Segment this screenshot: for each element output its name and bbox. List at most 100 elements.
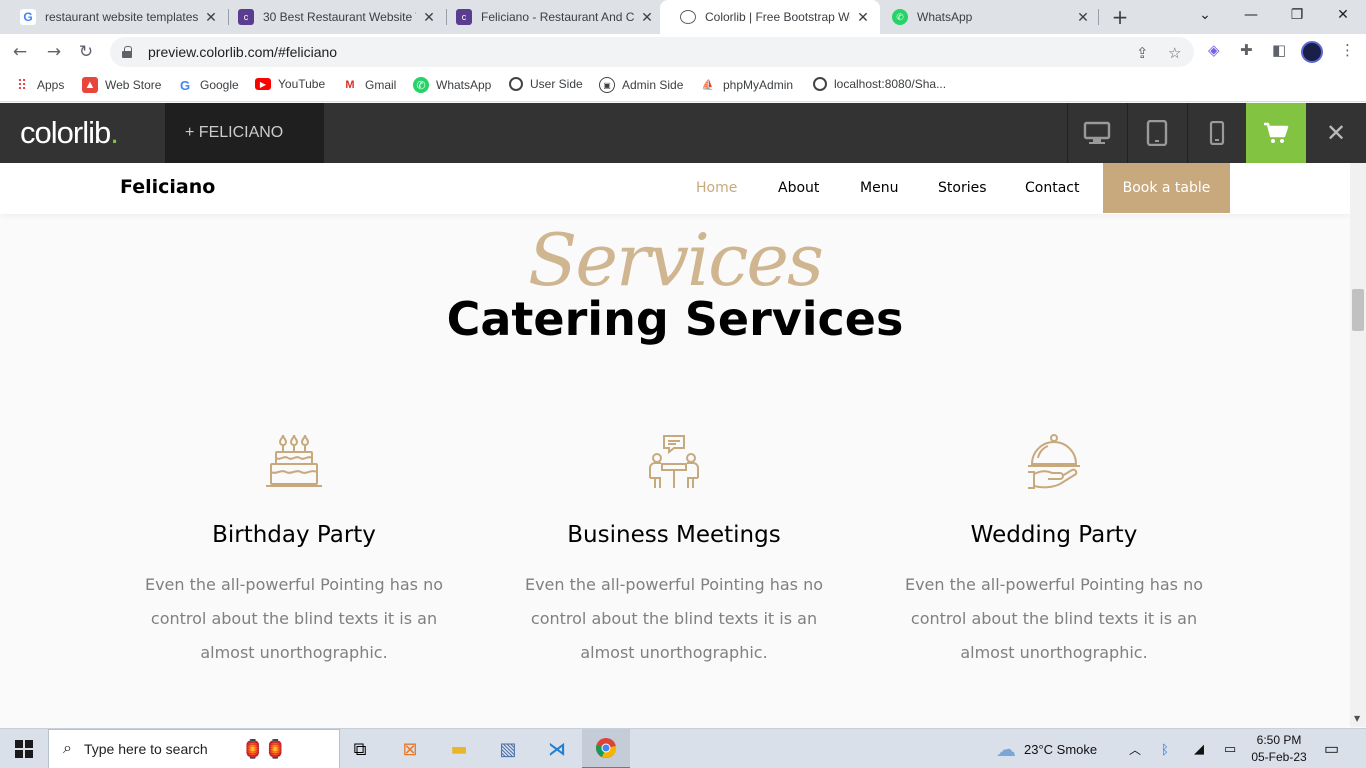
bookmark-star-icon[interactable]: ☆ [1168, 44, 1181, 62]
tab-google-search[interactable]: G restaurant website templates ✕ [0, 0, 228, 34]
forward-arrow-icon[interactable]: → [42, 40, 66, 64]
service-description: Even the all-powerful Pointing has no co… [524, 575, 824, 662]
extension-icon[interactable]: ◈ [1208, 41, 1220, 59]
nav-stories[interactable]: Stories [938, 180, 987, 196]
notification-icon[interactable]: ▭ [1324, 729, 1339, 768]
bookmark-label: Admin Side [622, 78, 684, 92]
lock-icon[interactable] [122, 46, 132, 58]
minimize-icon[interactable]: — [1228, 0, 1274, 30]
side-panel-icon[interactable]: ◧ [1272, 41, 1286, 59]
close-preview-icon[interactable]: ✕ [1306, 103, 1366, 163]
phpmyadmin-icon: ⛵ [701, 79, 715, 91]
site-brand[interactable]: Feliciano [120, 176, 215, 198]
tab-whatsapp[interactable]: ✆ WhatsApp ✕ [872, 0, 1100, 34]
tab-title: Colorlib | Free Bootstrap Web [705, 10, 850, 24]
bookmark-apps[interactable]: ⠿ Apps [14, 77, 65, 93]
tab-title: restaurant website templates [45, 10, 198, 24]
theme-selector[interactable]: + FELICIANO [165, 103, 324, 163]
nav-about[interactable]: About [778, 180, 819, 196]
globe-icon [813, 77, 827, 91]
start-button[interactable] [0, 729, 48, 768]
bookmark-web-store[interactable]: ▲ Web Store [82, 77, 161, 93]
system-tool-icon[interactable]: ▧ [484, 729, 532, 768]
close-icon[interactable]: ✕ [422, 9, 436, 26]
tablet-view-button[interactable] [1127, 103, 1186, 163]
desktop-view-button[interactable] [1067, 103, 1126, 163]
battery-icon[interactable]: ▭ [1224, 729, 1236, 768]
tray-chevron-icon[interactable]: ︿ [1129, 729, 1141, 768]
search-placeholder: Type here to search [83, 741, 208, 757]
close-icon[interactable]: ✕ [204, 9, 218, 26]
google-icon: G [179, 77, 191, 93]
bookmark-whatsapp[interactable]: ✆ WhatsApp [413, 77, 491, 93]
bookmark-google[interactable]: G Google [177, 77, 239, 93]
bookmark-label: Gmail [365, 78, 397, 92]
tab-colorlib-active[interactable]: Colorlib | Free Bootstrap Web ✕ [660, 0, 880, 34]
address-bar[interactable]: preview.colorlib.com/#feliciano ⇪ ☆ [110, 37, 1194, 67]
tab-divider [1098, 9, 1099, 25]
colorlib-icon: c [456, 9, 472, 25]
colorlib-logo[interactable]: colorlib. [20, 115, 119, 151]
taskbar-search-box[interactable]: ⌕ Type here to search 🏮🏮 [48, 729, 340, 768]
bookmark-phpmyadmin[interactable]: ⛵ phpMyAdmin [700, 77, 793, 93]
tab-feliciano[interactable]: c Feliciano - Restaurant And Ca ✕ [436, 0, 664, 34]
web-store-icon: ▲ [82, 77, 98, 93]
whatsapp-icon: ✆ [413, 77, 429, 93]
book-a-table-button[interactable]: Book a table [1103, 163, 1230, 213]
logo-text: colorlib [20, 115, 111, 150]
windows-logo-icon [15, 740, 33, 758]
tab-title: WhatsApp [917, 10, 973, 24]
service-description: Even the all-powerful Pointing has no co… [144, 575, 444, 662]
weather-text: 23°C Smoke [1024, 741, 1098, 757]
weather-widget[interactable]: ☁ 23°C Smoke [996, 729, 1097, 768]
cart-icon [1264, 122, 1289, 143]
new-tab-button[interactable]: + [1108, 4, 1132, 30]
url-text[interactable]: preview.colorlib.com/#feliciano [148, 44, 337, 60]
window-close-icon[interactable]: ✕ [1320, 0, 1366, 30]
mobile-icon [1209, 121, 1225, 145]
task-view-icon[interactable]: ⧉ [336, 729, 384, 768]
puzzle-icon[interactable]: ✚ [1240, 41, 1253, 59]
restore-icon[interactable]: ❐ [1274, 0, 1320, 30]
bookmark-localhost[interactable]: localhost:8080/Sha... [813, 77, 946, 91]
scroll-down-arrow-icon[interactable]: ▼ [1354, 714, 1360, 723]
chrome-taskbar-icon[interactable] [582, 729, 630, 768]
search-icon: ⌕ [63, 740, 72, 757]
bookmark-label: YouTube [278, 77, 326, 91]
cart-button[interactable] [1246, 103, 1306, 163]
close-icon[interactable]: ✕ [640, 9, 654, 26]
reload-icon[interactable]: ↻ [74, 40, 98, 64]
menu-dots-icon[interactable]: ⋮ [1340, 41, 1355, 59]
browser-tab-strip: G restaurant website templates ✕ c 30 Be… [0, 0, 1366, 34]
bookmark-label: localhost:8080/Sha... [834, 77, 947, 91]
back-arrow-icon[interactable]: ← [8, 40, 32, 64]
bookmark-label: WhatsApp [436, 78, 492, 92]
bookmarks-bar: ⠿ Apps ▲ Web Store G Google ▶ YouTube M … [0, 70, 1366, 102]
nav-contact[interactable]: Contact [1025, 180, 1079, 196]
bluetooth-icon[interactable]: ᛒ [1161, 729, 1169, 768]
tab-search-chevron-icon[interactable]: ⌄ [1182, 0, 1228, 30]
profile-avatar[interactable] [1301, 41, 1323, 63]
bookmark-user-side[interactable]: User Side [509, 77, 583, 91]
share-icon[interactable]: ⇪ [1136, 44, 1149, 62]
mobile-view-button[interactable] [1187, 103, 1246, 163]
xampp-icon[interactable]: ⊠ [386, 729, 434, 768]
vscode-icon[interactable]: ⋊ [533, 729, 581, 768]
bookmark-gmail[interactable]: M Gmail [342, 77, 396, 93]
scrollbar-thumb[interactable] [1352, 289, 1364, 331]
bookmark-admin-side[interactable]: ▣ Admin Side [599, 77, 683, 93]
service-birthday-party: Birthday Party Even the all-powerful Poi… [114, 432, 474, 670]
page-scrollbar[interactable]: ▼ [1350, 163, 1366, 727]
tab-best-restaurant-templates[interactable]: c 30 Best Restaurant Website Te ✕ [218, 0, 446, 34]
close-icon[interactable]: ✕ [1076, 9, 1090, 26]
nav-menu[interactable]: Menu [860, 180, 898, 196]
close-icon[interactable]: ✕ [856, 9, 870, 26]
lantern-icon: 🏮🏮 [241, 738, 287, 759]
system-clock[interactable]: 6:50 PM 05-Feb-23 [1248, 732, 1310, 766]
site-navbar: Feliciano Home About Menu Stories Contac… [0, 163, 1350, 214]
wifi-icon[interactable]: ◢ [1194, 729, 1204, 768]
bookmark-label: Google [200, 78, 239, 92]
file-explorer-icon[interactable]: ▬ [435, 729, 483, 768]
bookmark-youtube[interactable]: ▶ YouTube [255, 77, 325, 91]
nav-home[interactable]: Home [696, 180, 737, 196]
